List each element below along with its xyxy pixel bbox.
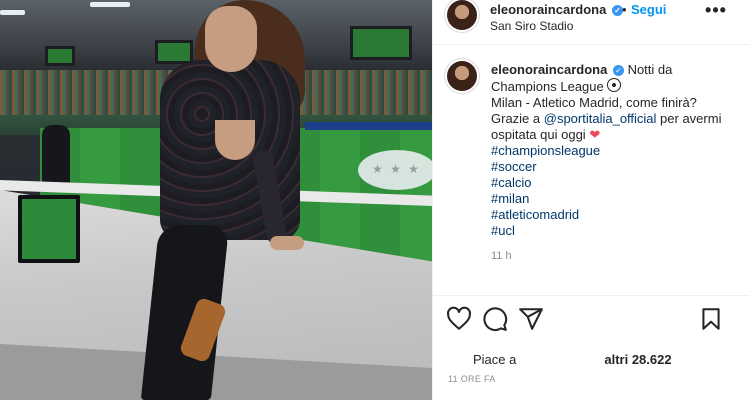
red-heart-icon: ❤ (589, 127, 601, 142)
hashtag-link[interactable]: #ucl (491, 223, 741, 239)
author-username-text[interactable]: eleonoraincardona (490, 2, 606, 17)
caption-username[interactable]: eleonoraincardona (491, 62, 607, 77)
heart-icon[interactable] (446, 306, 472, 332)
caption-line: Grazie a (491, 111, 544, 126)
stadium-screen (155, 40, 193, 64)
post-sidebar: eleonoraincardona ✓ • Segui San Siro Sta… (432, 0, 750, 400)
caption-line: ospitata qui oggi (491, 127, 586, 142)
woman-face (205, 6, 257, 72)
champions-league-logo (358, 150, 432, 190)
caption-time: 11 h (491, 250, 512, 262)
author-avatar[interactable] (447, 0, 477, 30)
pitch-banner (305, 122, 432, 130)
post-caption: eleonoraincardona ✓ Notti da Champions L… (433, 44, 750, 294)
separator-dot: • (622, 2, 627, 17)
hashtag-link[interactable]: #milan (491, 191, 741, 207)
soccer-ball-icon (607, 78, 622, 92)
caption-author-avatar[interactable] (447, 61, 477, 91)
caption-line: per avermi (656, 111, 722, 126)
caption-line: Champions League (491, 79, 604, 94)
stadium-screen (45, 46, 75, 66)
hashtag-link[interactable]: #calcio (491, 175, 741, 191)
ceiling-light (90, 2, 130, 7)
likes-count[interactable]: altri 28.622 (604, 352, 671, 367)
share-icon[interactable] (518, 306, 544, 332)
likes-summary[interactable]: Piace a altri 28.622 (473, 352, 672, 367)
more-options-icon[interactable]: ••• (701, 0, 731, 24)
hashtag-link[interactable]: #championsleague (491, 143, 741, 159)
posted-time: 11 ORE FA (448, 374, 496, 384)
likes-prefix: Piace a (473, 352, 517, 367)
action-bar (433, 295, 750, 346)
mention-link[interactable]: @sportitalia_official (544, 111, 657, 126)
caption-text: eleonoraincardona ✓ Notti da Champions L… (491, 62, 741, 239)
bookmark-icon[interactable] (698, 306, 724, 332)
woman-hand (270, 236, 304, 250)
monitor-screen (18, 195, 80, 263)
post-location[interactable]: San Siro Stadio (490, 19, 573, 33)
follow-button[interactable]: Segui (631, 2, 666, 17)
background-person (42, 125, 70, 185)
hashtag-link[interactable]: #atleticomadrid (491, 207, 741, 223)
author-username[interactable]: eleonoraincardona ✓ (490, 2, 623, 17)
comment-icon[interactable] (482, 306, 508, 332)
stadium-screen (350, 26, 412, 60)
post-photo[interactable] (0, 0, 432, 400)
caption-line: Milan - Atletico Madrid, come finirà? (491, 95, 697, 110)
hashtag-link[interactable]: #soccer (491, 159, 741, 175)
post-header: eleonoraincardona ✓ • Segui San Siro Sta… (433, 0, 750, 45)
caption-line: Notti da (627, 62, 673, 77)
ceiling-light (0, 10, 25, 15)
verified-badge-icon: ✓ (612, 65, 624, 76)
woman-neckline (215, 120, 255, 160)
